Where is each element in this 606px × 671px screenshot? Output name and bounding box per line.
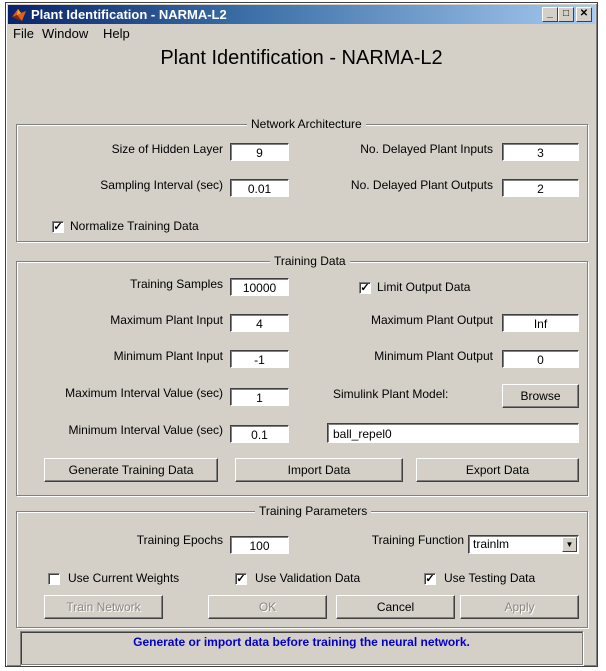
training-function-select[interactable]: trainlm ▼ (468, 535, 579, 554)
normalize-checkbox[interactable]: ✓ (52, 221, 64, 233)
sampling-interval-input[interactable]: 0.01 (230, 179, 289, 197)
delayed-outputs-input[interactable]: 2 (502, 179, 579, 197)
delayed-inputs-input[interactable]: 3 (502, 143, 579, 161)
import-data-button[interactable]: Import Data (235, 458, 403, 482)
chevron-down-icon[interactable]: ▼ (562, 537, 577, 552)
use-validation-label: Use Validation Data (255, 571, 361, 585)
generate-training-data-button[interactable]: Generate Training Data (44, 458, 218, 482)
sampling-interval-label: Sampling Interval (sec) (100, 178, 223, 192)
min-interval-input[interactable]: 0.1 (230, 425, 289, 443)
min-input-label: Minimum Plant Input (113, 349, 223, 363)
max-interval-label: Maximum Interval Value (sec) (65, 386, 223, 400)
status-message: Generate or import data before training … (20, 631, 583, 665)
delayed-outputs-label: No. Delayed Plant Outputs (350, 178, 493, 192)
min-interval-label: Minimum Interval Value (sec) (68, 423, 224, 437)
export-data-button[interactable]: Export Data (416, 458, 579, 482)
hidden-layer-label: Size of Hidden Layer (111, 142, 223, 156)
train-network-button[interactable]: Train Network (44, 595, 163, 619)
browse-button[interactable]: Browse (502, 384, 579, 408)
app-window: Plant Identification - NARMA-L2 _ □ ✕ Fi… (5, 2, 598, 667)
use-testing-label: Use Testing Data (444, 571, 536, 585)
menu-file[interactable]: File (13, 26, 34, 41)
plant-model-input[interactable]: ball_repel0 (327, 423, 579, 443)
ok-button[interactable]: OK (208, 595, 327, 619)
menu-help[interactable]: Help (103, 26, 130, 41)
max-input-label: Maximum Plant Input (110, 313, 223, 327)
training-samples-input[interactable]: 10000 (230, 278, 289, 296)
limit-output-checkbox[interactable]: ✓ (359, 282, 371, 294)
max-output-input[interactable]: Inf (502, 314, 579, 332)
training-function-value: trainlm (473, 537, 510, 551)
training-epochs-label: Training Epochs (136, 533, 223, 547)
max-interval-input[interactable]: 1 (230, 388, 289, 406)
use-current-weights-label: Use Current Weights (68, 571, 180, 585)
simulink-model-label: Simulink Plant Model: (333, 387, 449, 401)
training-function-label: Training Function (371, 533, 464, 547)
menu-bar: File Window Help (8, 25, 595, 43)
use-validation-checkbox[interactable]: ✓ (235, 573, 247, 585)
page-title: Plant Identification - NARMA-L2 (160, 47, 443, 69)
title-bar[interactable]: Plant Identification - NARMA-L2 _ □ ✕ (8, 5, 595, 24)
close-button[interactable]: ✕ (576, 7, 592, 22)
maximize-button[interactable]: □ (558, 7, 574, 22)
group-title: Training Parameters (255, 504, 372, 518)
group-title: Network Architecture (247, 117, 366, 131)
limit-output-label: Limit Output Data (377, 280, 471, 294)
max-input-input[interactable]: 4 (230, 314, 289, 332)
menu-window[interactable]: Window (42, 26, 88, 41)
matlab-icon (11, 7, 27, 22)
max-output-label: Maximum Plant Output (370, 313, 493, 327)
min-output-input[interactable]: 0 (502, 350, 579, 368)
training-epochs-input[interactable]: 100 (230, 536, 289, 554)
cancel-button[interactable]: Cancel (336, 595, 455, 619)
use-current-weights-checkbox[interactable] (48, 573, 60, 585)
min-output-label: Minimum Plant Output (374, 349, 493, 363)
delayed-inputs-label: No. Delayed Plant Inputs (360, 142, 493, 156)
group-title: Training Data (270, 254, 350, 268)
min-input-input[interactable]: -1 (230, 350, 289, 368)
minimize-button[interactable]: _ (542, 7, 558, 22)
use-testing-checkbox[interactable]: ✓ (424, 573, 436, 585)
window-title: Plant Identification - NARMA-L2 (31, 7, 227, 22)
apply-button[interactable]: Apply (460, 595, 579, 619)
training-samples-label: Training Samples (130, 277, 223, 291)
normalize-label: Normalize Training Data (70, 219, 199, 233)
hidden-layer-input[interactable]: 9 (230, 143, 289, 161)
